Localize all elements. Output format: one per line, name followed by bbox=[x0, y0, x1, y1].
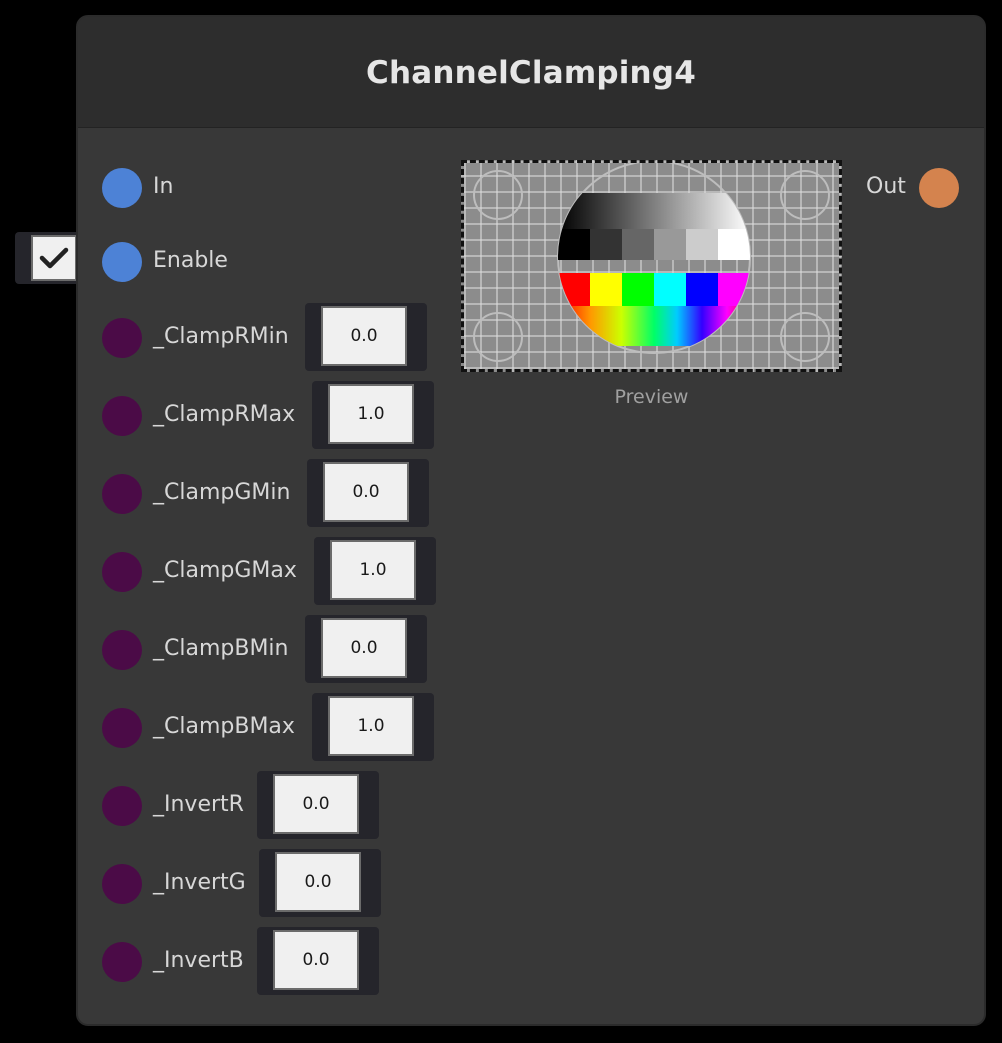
clamp-b-max-field[interactable]: 1.0 bbox=[328, 696, 414, 756]
clamp-g-max-field[interactable]: 1.0 bbox=[330, 540, 416, 600]
invert-g-field-wrap: 0.0 bbox=[259, 849, 381, 917]
invert-b-field[interactable]: 0.0 bbox=[273, 930, 359, 990]
clamp-r-max-field[interactable]: 1.0 bbox=[328, 384, 414, 444]
node-header[interactable]: ChannelClamping4 bbox=[78, 17, 984, 128]
node-title: ChannelClamping4 bbox=[366, 55, 696, 91]
port-invert-g-dot[interactable] bbox=[102, 864, 142, 904]
output-port-out[interactable]: Out bbox=[866, 168, 960, 208]
invert-r-field[interactable]: 0.0 bbox=[273, 774, 359, 834]
invert-r-field-wrap: 0.0 bbox=[257, 771, 379, 839]
preview-label: Preview bbox=[614, 386, 689, 408]
clamp-g-max-field-wrap: 1.0 bbox=[314, 537, 436, 605]
clamp-r-min-field-wrap: 0.0 bbox=[305, 303, 427, 371]
enable-checkbox[interactable] bbox=[31, 235, 77, 281]
port-label: _ClampBMax bbox=[153, 714, 295, 739]
clamp-g-min-field[interactable]: 0.0 bbox=[323, 462, 409, 522]
port-label: _ClampGMin bbox=[153, 480, 291, 505]
port-clamp-b-min-dot[interactable] bbox=[102, 630, 142, 670]
port-clamp-r-max-dot[interactable] bbox=[102, 396, 142, 436]
port-clamp-b-max-dot[interactable] bbox=[102, 708, 142, 748]
clamp-b-min-field[interactable]: 0.0 bbox=[321, 618, 407, 678]
port-label: _InvertG bbox=[153, 870, 246, 895]
port-label: In bbox=[153, 174, 174, 199]
clamp-r-max-field-wrap: 1.0 bbox=[312, 381, 434, 449]
port-out-dot[interactable] bbox=[919, 168, 959, 208]
port-label: _InvertR bbox=[153, 792, 244, 817]
port-invert-b-dot[interactable] bbox=[102, 942, 142, 982]
port-invert-r-dot[interactable] bbox=[102, 786, 142, 826]
port-label: _ClampGMax bbox=[153, 558, 297, 583]
port-label: _ClampRMin bbox=[153, 324, 289, 349]
port-enable-dot[interactable] bbox=[102, 242, 142, 282]
invert-b-field-wrap: 0.0 bbox=[257, 927, 379, 995]
port-label: _ClampBMin bbox=[153, 636, 289, 661]
port-out-label: Out bbox=[866, 174, 906, 199]
port-clamp-r-min-dot[interactable] bbox=[102, 318, 142, 358]
clamp-b-max-field-wrap: 1.0 bbox=[312, 693, 434, 761]
test-pattern-icon bbox=[473, 163, 830, 362]
port-label: _ClampRMax bbox=[153, 402, 296, 427]
clamp-r-min-field[interactable]: 0.0 bbox=[321, 306, 407, 366]
port-clamp-g-min-dot[interactable] bbox=[102, 474, 142, 514]
port-label: Enable bbox=[153, 248, 228, 273]
clamp-b-min-field-wrap: 0.0 bbox=[305, 615, 427, 683]
port-in-dot[interactable] bbox=[102, 168, 142, 208]
clamp-g-min-field-wrap: 0.0 bbox=[307, 459, 429, 527]
port-label: _InvertB bbox=[153, 948, 244, 973]
port-clamp-g-max-dot[interactable] bbox=[102, 552, 142, 592]
preview-image[interactable] bbox=[461, 160, 842, 372]
invert-g-field[interactable]: 0.0 bbox=[275, 852, 361, 912]
checkmark-icon bbox=[39, 247, 69, 269]
